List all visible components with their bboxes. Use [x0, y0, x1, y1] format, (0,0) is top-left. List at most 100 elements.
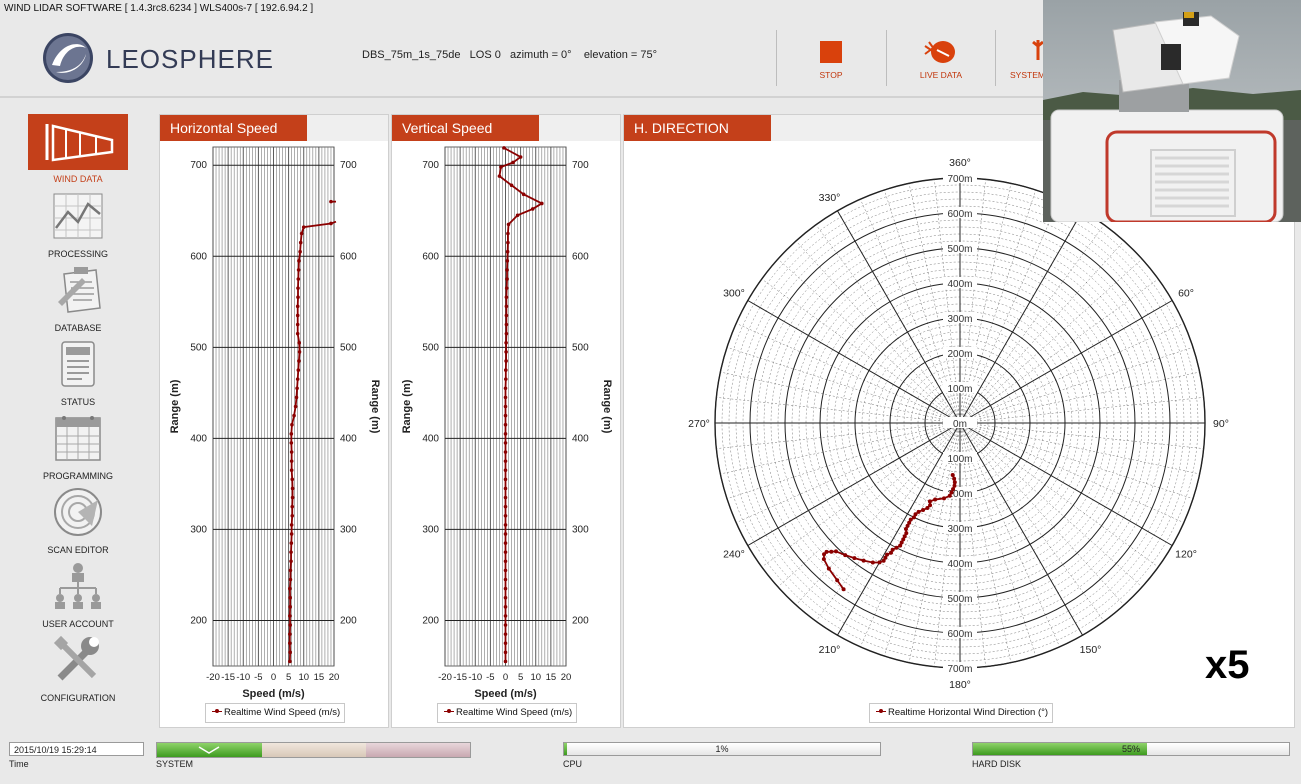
horizontal-speed-chart: 200 200300 300400 400500 500600 600700 700-20-…: [169, 146, 381, 700]
data-point: [297, 340, 302, 345]
data-point: [503, 459, 508, 463]
radial-tick-label: 0m: [953, 419, 967, 430]
data-point: [952, 480, 957, 485]
data-point: [502, 146, 506, 150]
legend-marker: [212, 707, 222, 715]
angle-tick-label: 90°: [1213, 418, 1229, 430]
data-point: [297, 350, 302, 354]
data-point: [503, 532, 508, 536]
x-tick-label: 0: [271, 672, 276, 683]
stop-label: STOP: [819, 70, 843, 80]
org-chart-icon: [52, 560, 104, 612]
data-point: [506, 222, 511, 227]
data-point: [503, 432, 508, 436]
sidebar-item-status[interactable]: STATUS: [28, 336, 128, 410]
y-tick-label: 500: [422, 342, 439, 353]
data-point: [947, 493, 952, 498]
data-point: [288, 632, 292, 636]
data-point: [898, 543, 903, 548]
data-point: [911, 515, 916, 520]
sidebar-item-user-account[interactable]: USER ACCOUNT: [28, 558, 128, 632]
y-tick-label-right: 500: [340, 342, 357, 353]
data-point: [503, 659, 508, 664]
y-tick-label-right: 600: [572, 251, 589, 262]
chart-icon: [52, 190, 104, 242]
y-tick-label: 400: [190, 433, 207, 444]
sidebar-item-wind-data[interactable]: WIND DATA: [28, 114, 128, 188]
radar-icon: [52, 486, 104, 538]
y-tick-label: 700: [422, 160, 439, 171]
data-point: [503, 495, 508, 500]
data-point: [503, 422, 508, 427]
data-point: [834, 549, 839, 554]
x-tick-label: -20: [206, 672, 220, 683]
hard-disk-label: HARD DISK: [972, 759, 1022, 769]
data-point: [289, 450, 294, 454]
data-point: [290, 486, 295, 491]
data-point: [888, 550, 893, 555]
x-tick-label: 0: [503, 672, 508, 683]
x-tick-label: -10: [236, 672, 250, 683]
data-point: [503, 641, 508, 646]
data-point: [933, 497, 938, 502]
y-axis-label-right: Range (m): [369, 380, 381, 434]
y-tick-label: 200: [422, 615, 439, 626]
data-point: [877, 560, 882, 565]
x-tick-label: 20: [329, 672, 340, 683]
sidebar-item-programming[interactable]: PROGRAMMING: [28, 410, 128, 484]
data-point: [504, 350, 508, 354]
angle-tick-label: 150°: [1080, 644, 1102, 656]
data-point: [504, 322, 509, 327]
live-data-button[interactable]: LIVE DATA: [891, 26, 991, 88]
data-point: [296, 368, 301, 372]
sidebar-item-scan-editor[interactable]: SCAN EDITOR: [28, 484, 128, 558]
document-icon: [52, 338, 104, 390]
data-point: [289, 459, 294, 463]
sidebar-item-database[interactable]: DATABASE: [28, 262, 128, 336]
data-point: [288, 605, 292, 609]
data-point: [503, 632, 508, 636]
live-data-label: LIVE DATA: [919, 70, 963, 80]
data-point: [503, 477, 508, 482]
data-point: [289, 432, 294, 436]
x-tick-label: 5: [518, 672, 523, 683]
data-point: [296, 286, 300, 290]
system-label: SYSTEM: [156, 759, 194, 769]
logo: LEOSPHERE: [42, 32, 292, 84]
data-point: [925, 505, 930, 510]
data-point: [296, 277, 301, 281]
camera-overlay: [1043, 0, 1301, 222]
stop-button[interactable]: STOP: [781, 26, 881, 88]
radial-tick-label-lower: 400m: [947, 559, 972, 570]
logo-text: LEOSPHERE: [106, 44, 274, 74]
data-point: [289, 441, 294, 445]
radial-tick-label: 300m: [947, 314, 972, 325]
y-tick-label-right: 700: [572, 160, 589, 171]
header-divider: [995, 30, 996, 86]
data-point: [329, 199, 333, 204]
y-tick-label: 500: [190, 342, 207, 353]
data-point: [292, 413, 296, 418]
data-point: [296, 295, 300, 300]
data-point: [503, 541, 508, 545]
data-point: [952, 476, 957, 481]
data-point: [503, 650, 508, 655]
horizontal-speed-panel: Horizontal Speed 200 200 300 300 400 400 500 50…: [159, 114, 389, 728]
y-tick-label: 400: [422, 433, 439, 444]
datetime-field: 2015/10/19 15:29:14: [9, 742, 144, 756]
y-tick-label-right: 400: [340, 433, 357, 444]
data-point: [295, 322, 300, 327]
data-point: [822, 552, 827, 557]
legend-marker: [876, 707, 886, 715]
sidebar-item-configuration[interactable]: CONFIGURATION: [28, 632, 128, 706]
elevation-value: elevation = 75°: [583, 49, 658, 61]
angle-tick-label: 270°: [688, 418, 710, 430]
y-tick-label: 600: [422, 251, 439, 262]
data-point: [921, 507, 926, 512]
data-point: [298, 249, 302, 254]
sidebar-item-processing[interactable]: PROCESSING: [28, 188, 128, 262]
leosphere-logo-icon: [43, 33, 93, 83]
scan-info: DBS_75m_1s_75de LOS 0 azimuth = 0° eleva…: [362, 49, 657, 61]
calendar-icon: [52, 412, 104, 464]
disk-usage-bar: 55%: [972, 742, 1290, 756]
